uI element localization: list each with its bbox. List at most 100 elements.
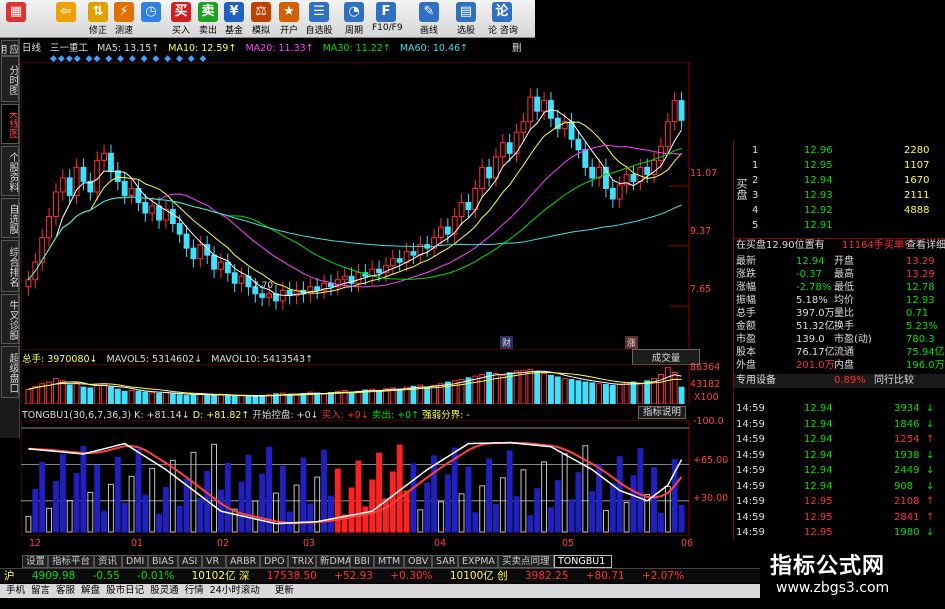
toolbar-back-arrow-button[interactable]: ⇦ xyxy=(52,1,80,37)
order-detail-link[interactable]: 查看详细 xyxy=(906,239,945,253)
indicator-tab-2[interactable]: 资讯 xyxy=(94,555,122,568)
status-item-4[interactable]: 股市日记 xyxy=(106,585,144,596)
volume-bar xyxy=(59,380,66,404)
peer-compare-button[interactable]: 同行比较 xyxy=(874,374,914,388)
indicator-tab-6[interactable]: VR xyxy=(202,555,226,568)
indicator-bar xyxy=(66,499,73,533)
candle-body xyxy=(231,272,238,284)
indicator-tab-13[interactable]: OBV xyxy=(404,555,432,568)
toolbar-clock-button[interactable]: ◷ xyxy=(137,1,165,37)
stat-value: 12.94 xyxy=(796,256,825,267)
indicator-tab-7[interactable]: ARBR xyxy=(226,555,260,568)
indicator-tab-1[interactable]: 指标平台 xyxy=(48,555,94,568)
toolbar-watchlist-button[interactable]: ☰ 自选股 xyxy=(305,1,333,37)
indicator-bar xyxy=(108,483,114,533)
side-tab-0[interactable]: 应用 xyxy=(1,40,19,56)
stat-value: 201.0万 xyxy=(796,360,835,371)
indicator-help-button[interactable]: 指标说明 xyxy=(638,406,686,419)
volume-bar xyxy=(561,378,568,404)
market-sz[interactable]: 深 xyxy=(239,570,250,582)
volume-bar xyxy=(121,390,128,404)
tick-price: 12.95 xyxy=(804,496,833,507)
status-item-9[interactable]: 更新 xyxy=(275,585,294,596)
candle-body xyxy=(389,258,396,267)
toolbar-sell-button[interactable]: 卖卖出 xyxy=(194,1,222,37)
toolbar-app-logo-button[interactable]: ▦ xyxy=(2,1,30,37)
toolbar-draw-line-button[interactable]: ✎ 画线 xyxy=(415,1,443,37)
finance-marker[interactable]: 财 xyxy=(500,336,514,349)
delete-button[interactable]: 删 xyxy=(512,40,522,54)
toolbar-f10-button[interactable]: F F10/F9 xyxy=(372,1,403,37)
toolbar-period-button[interactable]: ◔ 周期 xyxy=(340,1,368,37)
status-item-7[interactable]: 24小时滚动 xyxy=(210,585,260,596)
indicator-bar xyxy=(438,501,444,533)
indicator-tab-14[interactable]: SAR xyxy=(432,555,458,568)
volume-bar xyxy=(479,373,486,404)
stat-value: 76.17亿 xyxy=(796,347,835,358)
side-tab-1[interactable]: 分时图 xyxy=(1,56,19,102)
toolbar-stock-filter-button[interactable]: ▤ 选股 xyxy=(452,1,480,37)
volume-bar xyxy=(671,371,678,404)
candle-body xyxy=(630,173,637,182)
volume-bar xyxy=(73,382,80,404)
stat-label: 外盘 xyxy=(736,360,756,371)
indicator-tab-10[interactable]: 新DMA xyxy=(316,555,352,568)
indicator-tab-8[interactable]: DPO xyxy=(260,555,288,568)
status-item-5[interactable]: 股灵通 xyxy=(150,585,179,596)
ma60-value: MA60: 10.46↑ xyxy=(399,43,469,54)
order-note-volume: 11164手 xyxy=(842,240,884,251)
period-label[interactable]: 日线 xyxy=(22,43,41,54)
side-tab-5[interactable]: 综合排名 xyxy=(1,240,19,292)
indicator-tab-11[interactable]: BBI xyxy=(350,555,374,568)
indicator-tab-3[interactable]: DMI xyxy=(122,555,148,568)
market-sh[interactable]: 沪 xyxy=(4,570,15,582)
toolbar-label: 基金 xyxy=(224,26,243,36)
indicator-tab-9[interactable]: TRIX xyxy=(288,555,316,568)
candle-body xyxy=(238,275,245,284)
market-cy[interactable]: 创 xyxy=(497,570,508,582)
indicator-bar xyxy=(169,459,176,533)
indicator-bar xyxy=(163,486,169,533)
toolbar-buy-button[interactable]: 买买入 xyxy=(167,1,195,37)
toolbar-up-down-button[interactable]: ⇅ 修正 xyxy=(84,1,112,37)
status-item-2[interactable]: 客服 xyxy=(56,585,75,596)
toolbar-speed-test-button[interactable]: ⚡ 测速 xyxy=(110,1,138,37)
indicator-tab-5[interactable]: ASI xyxy=(178,555,202,568)
stat-value: -2.78% xyxy=(796,282,832,293)
toolbar-simulate-button[interactable]: ⚖ 模拟 xyxy=(247,1,275,37)
kline-price-chart[interactable] xyxy=(21,62,733,350)
candle-body xyxy=(499,142,506,158)
indicator-tab-15[interactable]: EXPMA xyxy=(458,555,498,568)
main-toolbar: ▦ ⇦ ⇅ 修正 ⚡ 测速 ◷ 买买入卖卖出 ¥ 基金 ⚖ 模拟 ★ 开户 ☰ 自选股 ◔ 周期 F F10/F9 ✎ 画… xyxy=(0,0,535,38)
indicator-tab-12[interactable]: MTM xyxy=(374,555,404,568)
indicator-bar xyxy=(403,490,410,533)
indicator-tab-16[interactable]: 买卖点同理 xyxy=(498,555,554,568)
indicator-tab-4[interactable]: BIAS xyxy=(148,555,178,568)
tick-price: 12.95 xyxy=(804,511,833,523)
side-tab-6[interactable]: 牛叉诊股 xyxy=(1,294,19,344)
indicator-tab-17[interactable]: TONGBU1 xyxy=(554,555,612,568)
side-tab-4[interactable]: 自选股 xyxy=(1,198,19,238)
status-item-0[interactable]: 手机 xyxy=(6,585,25,596)
toolbar-fund-button[interactable]: ¥ 基金 xyxy=(220,1,248,37)
indicator-bar xyxy=(121,502,128,533)
candle-body xyxy=(541,100,547,112)
side-tab-2[interactable]: K线图 xyxy=(1,104,19,144)
status-item-1[interactable]: 留言 xyxy=(31,585,50,596)
status-item-8[interactable] xyxy=(266,585,269,596)
toolbar-open-account-button[interactable]: ★ 开户 xyxy=(275,1,303,37)
indicator-tab-0[interactable]: 设置 xyxy=(22,555,48,568)
side-tab-7[interactable]: 超级盘口 xyxy=(1,346,19,398)
status-item-6[interactable]: 行情 xyxy=(185,585,204,596)
status-item-3[interactable]: 解盘 xyxy=(81,585,100,596)
stat-label: 内盘 xyxy=(834,360,854,371)
indicator-bar xyxy=(211,443,217,533)
toolbar-label: 选股 xyxy=(456,26,475,36)
rise-marker[interactable]: 涨 xyxy=(625,336,639,349)
candle-body xyxy=(59,177,66,193)
tick-row: 14:59 12.94 1254 ↑ xyxy=(734,433,945,447)
toolbar-forum-button[interactable]: 论论 咨询 xyxy=(488,1,518,37)
ma30-line xyxy=(28,147,682,281)
side-tab-3[interactable]: 个股资料 xyxy=(1,146,19,196)
cy-pct: +2.07% xyxy=(641,570,685,582)
